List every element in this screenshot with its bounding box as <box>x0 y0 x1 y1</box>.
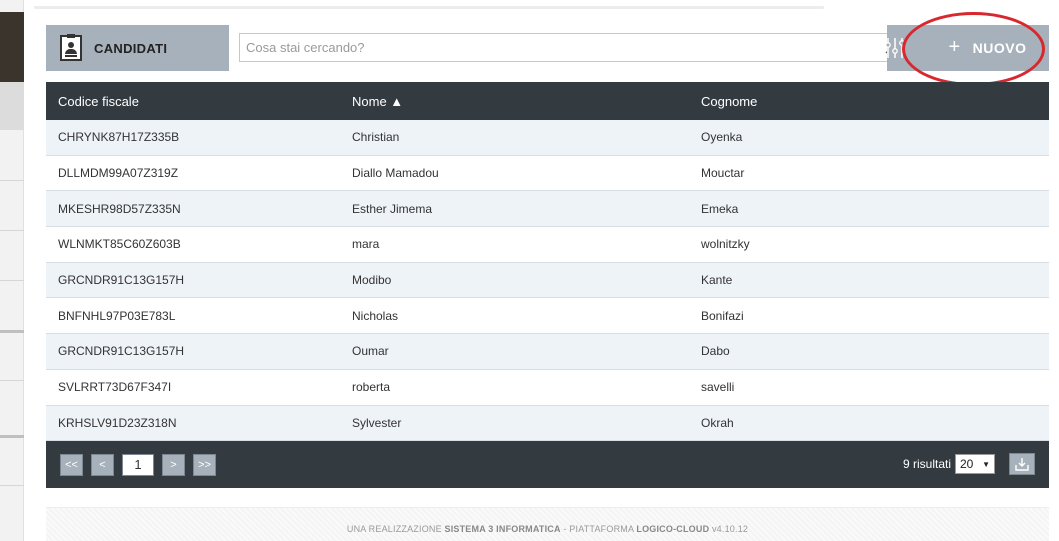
cell-codice-fiscale: CHRYNK87H17Z335B <box>58 130 180 145</box>
sidebar <box>0 0 24 541</box>
last-page-button[interactable]: >> <box>193 453 216 476</box>
cell-cognome: Bonifazi <box>701 308 744 323</box>
footer-company: SISTEMA 3 INFORMATICA <box>444 524 561 534</box>
table-row[interactable]: WLNMKT85C60Z603B mara wolnitzky <box>46 227 1049 263</box>
filter-icon[interactable] <box>885 37 905 59</box>
dropdown-arrow-icon: ▼ <box>982 459 990 469</box>
cell-cognome: Oyenka <box>701 130 743 145</box>
table-row[interactable]: GRCNDR91C13G157H Oumar Dabo <box>46 334 1049 370</box>
candidates-table: Codice fiscale Nome ▲ Cognome CHRYNK87H1… <box>46 82 1049 489</box>
table-row[interactable]: GRCNDR91C13G157H Modibo Kante <box>46 262 1049 299</box>
results-controls: 9 risultati 20 ▼ <box>902 453 1035 476</box>
top-scroll-indicator <box>34 6 824 9</box>
cell-nome: Diallo Mamadou <box>352 166 439 181</box>
cell-nome: Oumar <box>352 344 389 359</box>
cell-cognome: Kante <box>701 273 733 288</box>
candidate-badge-icon <box>60 34 82 61</box>
cell-codice-fiscale: BNFNHL97P03E783L <box>58 308 176 323</box>
page-size-value: 20 <box>960 457 974 472</box>
sidebar-logo-area <box>0 12 24 82</box>
cell-codice-fiscale: WLNMKT85C60Z603B <box>58 237 181 252</box>
cell-codice-fiscale: GRCNDR91C13G157H <box>58 273 185 288</box>
column-header-cognome[interactable]: Cognome <box>689 94 1049 109</box>
table-row[interactable]: KRHSLV91D23Z318N Sylvester Okrah <box>46 405 1049 442</box>
cell-codice-fiscale: MKESHR98D57Z335N <box>58 201 181 216</box>
sidebar-divider <box>0 230 24 231</box>
sidebar-item-selected[interactable] <box>0 82 24 130</box>
table-row[interactable]: SVLRRT73D67F347I roberta savelli <box>46 369 1049 406</box>
cell-codice-fiscale: SVLRRT73D67F347I <box>58 380 172 395</box>
cell-nome: Sylvester <box>352 415 402 430</box>
footer-prefix: UNA REALIZZAZIONE <box>346 524 445 534</box>
cell-nome: mara <box>352 237 380 252</box>
page-title: CANDIDATI <box>94 40 168 56</box>
cell-cognome: Dabo <box>701 344 730 359</box>
cell-cognome: Mouctar <box>701 166 745 181</box>
page-size-select[interactable]: 20 ▼ <box>955 454 995 475</box>
search-input[interactable] <box>240 34 860 61</box>
next-page-button[interactable]: > <box>162 453 185 476</box>
sidebar-divider <box>0 435 24 438</box>
download-icon <box>1015 458 1029 471</box>
cell-nome: Esther Jimema <box>352 201 433 216</box>
sidebar-divider <box>0 330 24 333</box>
current-page-button[interactable]: 1 <box>122 453 154 476</box>
cell-codice-fiscale: KRHSLV91D23Z318N <box>58 415 177 430</box>
page-title-box: CANDIDATI <box>46 25 229 71</box>
page-header: CANDIDATI + NUOVO <box>46 25 1049 71</box>
table-body: CHRYNK87H17Z335B Christian Oyenka DLLMDM99… <box>46 120 1049 442</box>
plus-icon: + <box>948 35 961 58</box>
new-button[interactable]: + NUOVO <box>926 25 1049 71</box>
sidebar-divider <box>0 280 24 281</box>
table-header: Codice fiscale Nome ▲ Cognome <box>46 82 1049 120</box>
download-button[interactable] <box>1009 453 1035 476</box>
cell-cognome: wolnitzky <box>701 237 750 252</box>
table-row[interactable]: BNFNHL97P03E783L Nicholas Bonifazi <box>46 298 1049 335</box>
footer-version: v4.10.12 <box>709 524 749 534</box>
footer-credits: UNA REALIZZAZIONE SISTEMA 3 INFORMATICA … <box>46 524 1049 534</box>
cell-nome: roberta <box>352 380 391 395</box>
footer-platform: LOGICO-CLOUD <box>636 524 710 534</box>
table-row[interactable]: MKESHR98D57Z335N Esther Jimema Emeka <box>46 191 1049 228</box>
table-footer: << < 1 > >> 9 risultati 20 ▼ <box>46 441 1049 489</box>
new-button-label: NUOVO <box>972 40 1027 56</box>
cell-cognome: Okrah <box>701 415 734 430</box>
results-count: 9 risultati <box>902 457 951 472</box>
cell-nome: Christian <box>352 130 400 145</box>
prev-page-button[interactable]: < <box>91 453 114 476</box>
column-header-codice-fiscale[interactable]: Codice fiscale <box>46 94 340 109</box>
cell-cognome: savelli <box>701 380 735 395</box>
sidebar-divider <box>0 180 24 181</box>
page-footer: UNA REALIZZAZIONE SISTEMA 3 INFORMATICA … <box>46 507 1049 541</box>
sidebar-divider <box>0 380 24 381</box>
footer-middle: - PIATTAFORMA <box>560 524 637 534</box>
first-page-button[interactable]: << <box>60 453 83 476</box>
cell-cognome: Emeka <box>701 201 739 216</box>
column-header-nome[interactable]: Nome ▲ <box>340 94 689 109</box>
table-row[interactable]: DLLMDM99A07Z319Z Diallo Mamadou Mouctar <box>46 155 1049 192</box>
cell-nome: Modibo <box>352 273 392 288</box>
cell-codice-fiscale: GRCNDR91C13G157H <box>58 344 185 359</box>
search-box[interactable] <box>239 33 909 62</box>
sidebar-divider <box>0 485 24 486</box>
cell-nome: Nicholas <box>352 308 399 323</box>
cell-codice-fiscale: DLLMDM99A07Z319Z <box>58 166 179 181</box>
table-row[interactable]: CHRYNK87H17Z335B Christian Oyenka <box>46 120 1049 156</box>
